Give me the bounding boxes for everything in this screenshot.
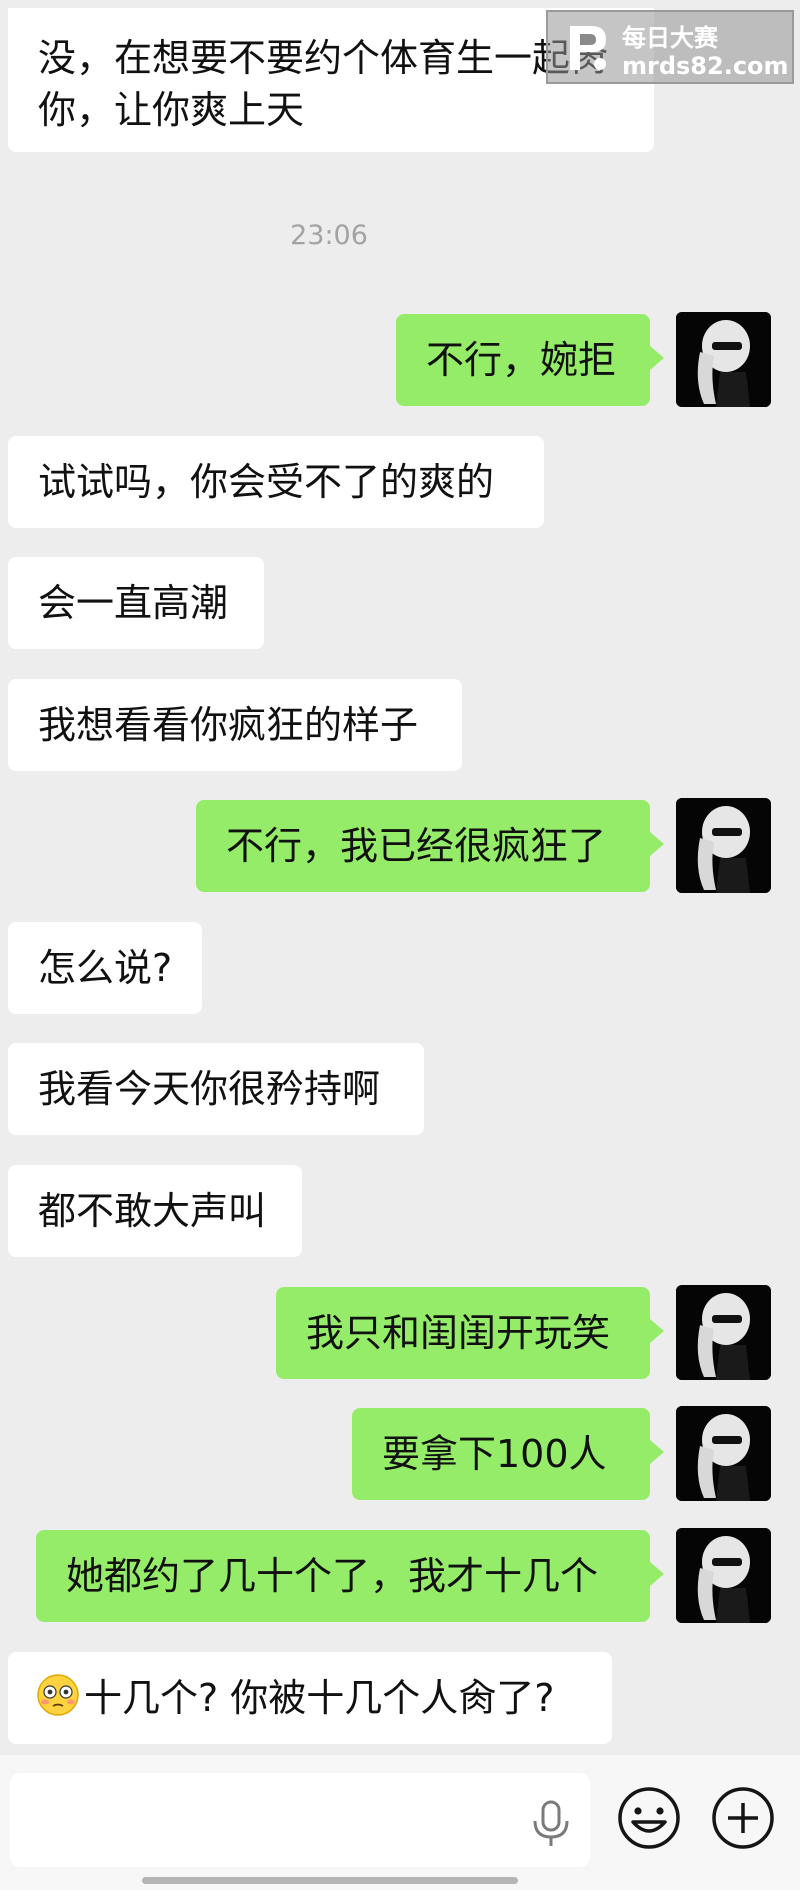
chat-message-received[interactable]: 怎么说?: [8, 922, 202, 1014]
flushed-face-emoji-icon: [37, 1674, 79, 1716]
user-avatar[interactable]: [676, 1285, 771, 1380]
message-text: 会一直高潮: [38, 581, 229, 625]
chat-message-received[interactable]: 我看今天你很矜持啊: [8, 1043, 424, 1135]
user-avatar[interactable]: [676, 1528, 771, 1623]
home-indicator: [142, 1877, 518, 1884]
message-text-line-1: 没，在想要不要约个体育生一起肏: [38, 36, 609, 80]
message-input-bar: [0, 1755, 800, 1890]
chat-message-received[interactable]: 我想看看你疯狂的样子: [8, 679, 462, 771]
chat-message-received[interactable]: 都不敢大声叫: [8, 1165, 302, 1257]
chat-message-sent[interactable]: 不行，婉拒: [396, 314, 664, 406]
site-watermark: 每日大赛 mrds82.com: [546, 10, 794, 84]
message-text: 我看今天你很矜持啊: [38, 1067, 381, 1111]
message-text: 我想看看你疯狂的样子: [38, 703, 419, 747]
message-text: 怎么说?: [38, 946, 173, 990]
chat-message-sent[interactable]: 她都约了几十个了，我才十几个: [36, 1530, 664, 1622]
plus-icon[interactable]: [710, 1785, 776, 1851]
chat-message-received[interactable]: 会一直高潮: [8, 557, 264, 649]
chat-timestamp: 23:06: [290, 220, 368, 251]
emoji-icon[interactable]: [616, 1785, 682, 1851]
watermark-title: 每日大赛: [622, 24, 718, 52]
message-text: 我只和闺闺开玩笑: [306, 1311, 611, 1355]
chat-message-received[interactable]: 试试吗，你会受不了的爽的: [8, 436, 544, 528]
message-text: 十几个? 你被十几个人肏了?: [84, 1676, 555, 1720]
chat-message-sent[interactable]: 要拿下100人: [352, 1408, 664, 1500]
chat-message-received[interactable]: 十几个? 你被十几个人肏了?: [8, 1652, 612, 1744]
message-text: 不行，婉拒: [426, 338, 617, 382]
message-text: 都不敢大声叫: [38, 1189, 267, 1233]
message-text-line-2: 你，让你爽上天: [38, 88, 305, 132]
chat-message-sent[interactable]: 我只和闺闺开玩笑: [276, 1287, 664, 1379]
user-avatar[interactable]: [676, 798, 771, 893]
watermark-url: mrds82.com: [622, 52, 789, 80]
message-text: 要拿下100人: [382, 1432, 607, 1476]
chat-message-sent[interactable]: 不行，我已经很疯狂了: [196, 800, 664, 892]
watermark-logo-icon: [570, 26, 606, 70]
user-avatar[interactable]: [676, 312, 771, 407]
message-input[interactable]: [10, 1773, 590, 1867]
message-text: 不行，我已经很疯狂了: [226, 824, 607, 868]
message-text: 她都约了几十个了，我才十几个: [66, 1554, 599, 1598]
microphone-icon[interactable]: [528, 1799, 574, 1849]
user-avatar[interactable]: [676, 1406, 771, 1501]
message-text: 试试吗，你会受不了的爽的: [38, 460, 495, 504]
